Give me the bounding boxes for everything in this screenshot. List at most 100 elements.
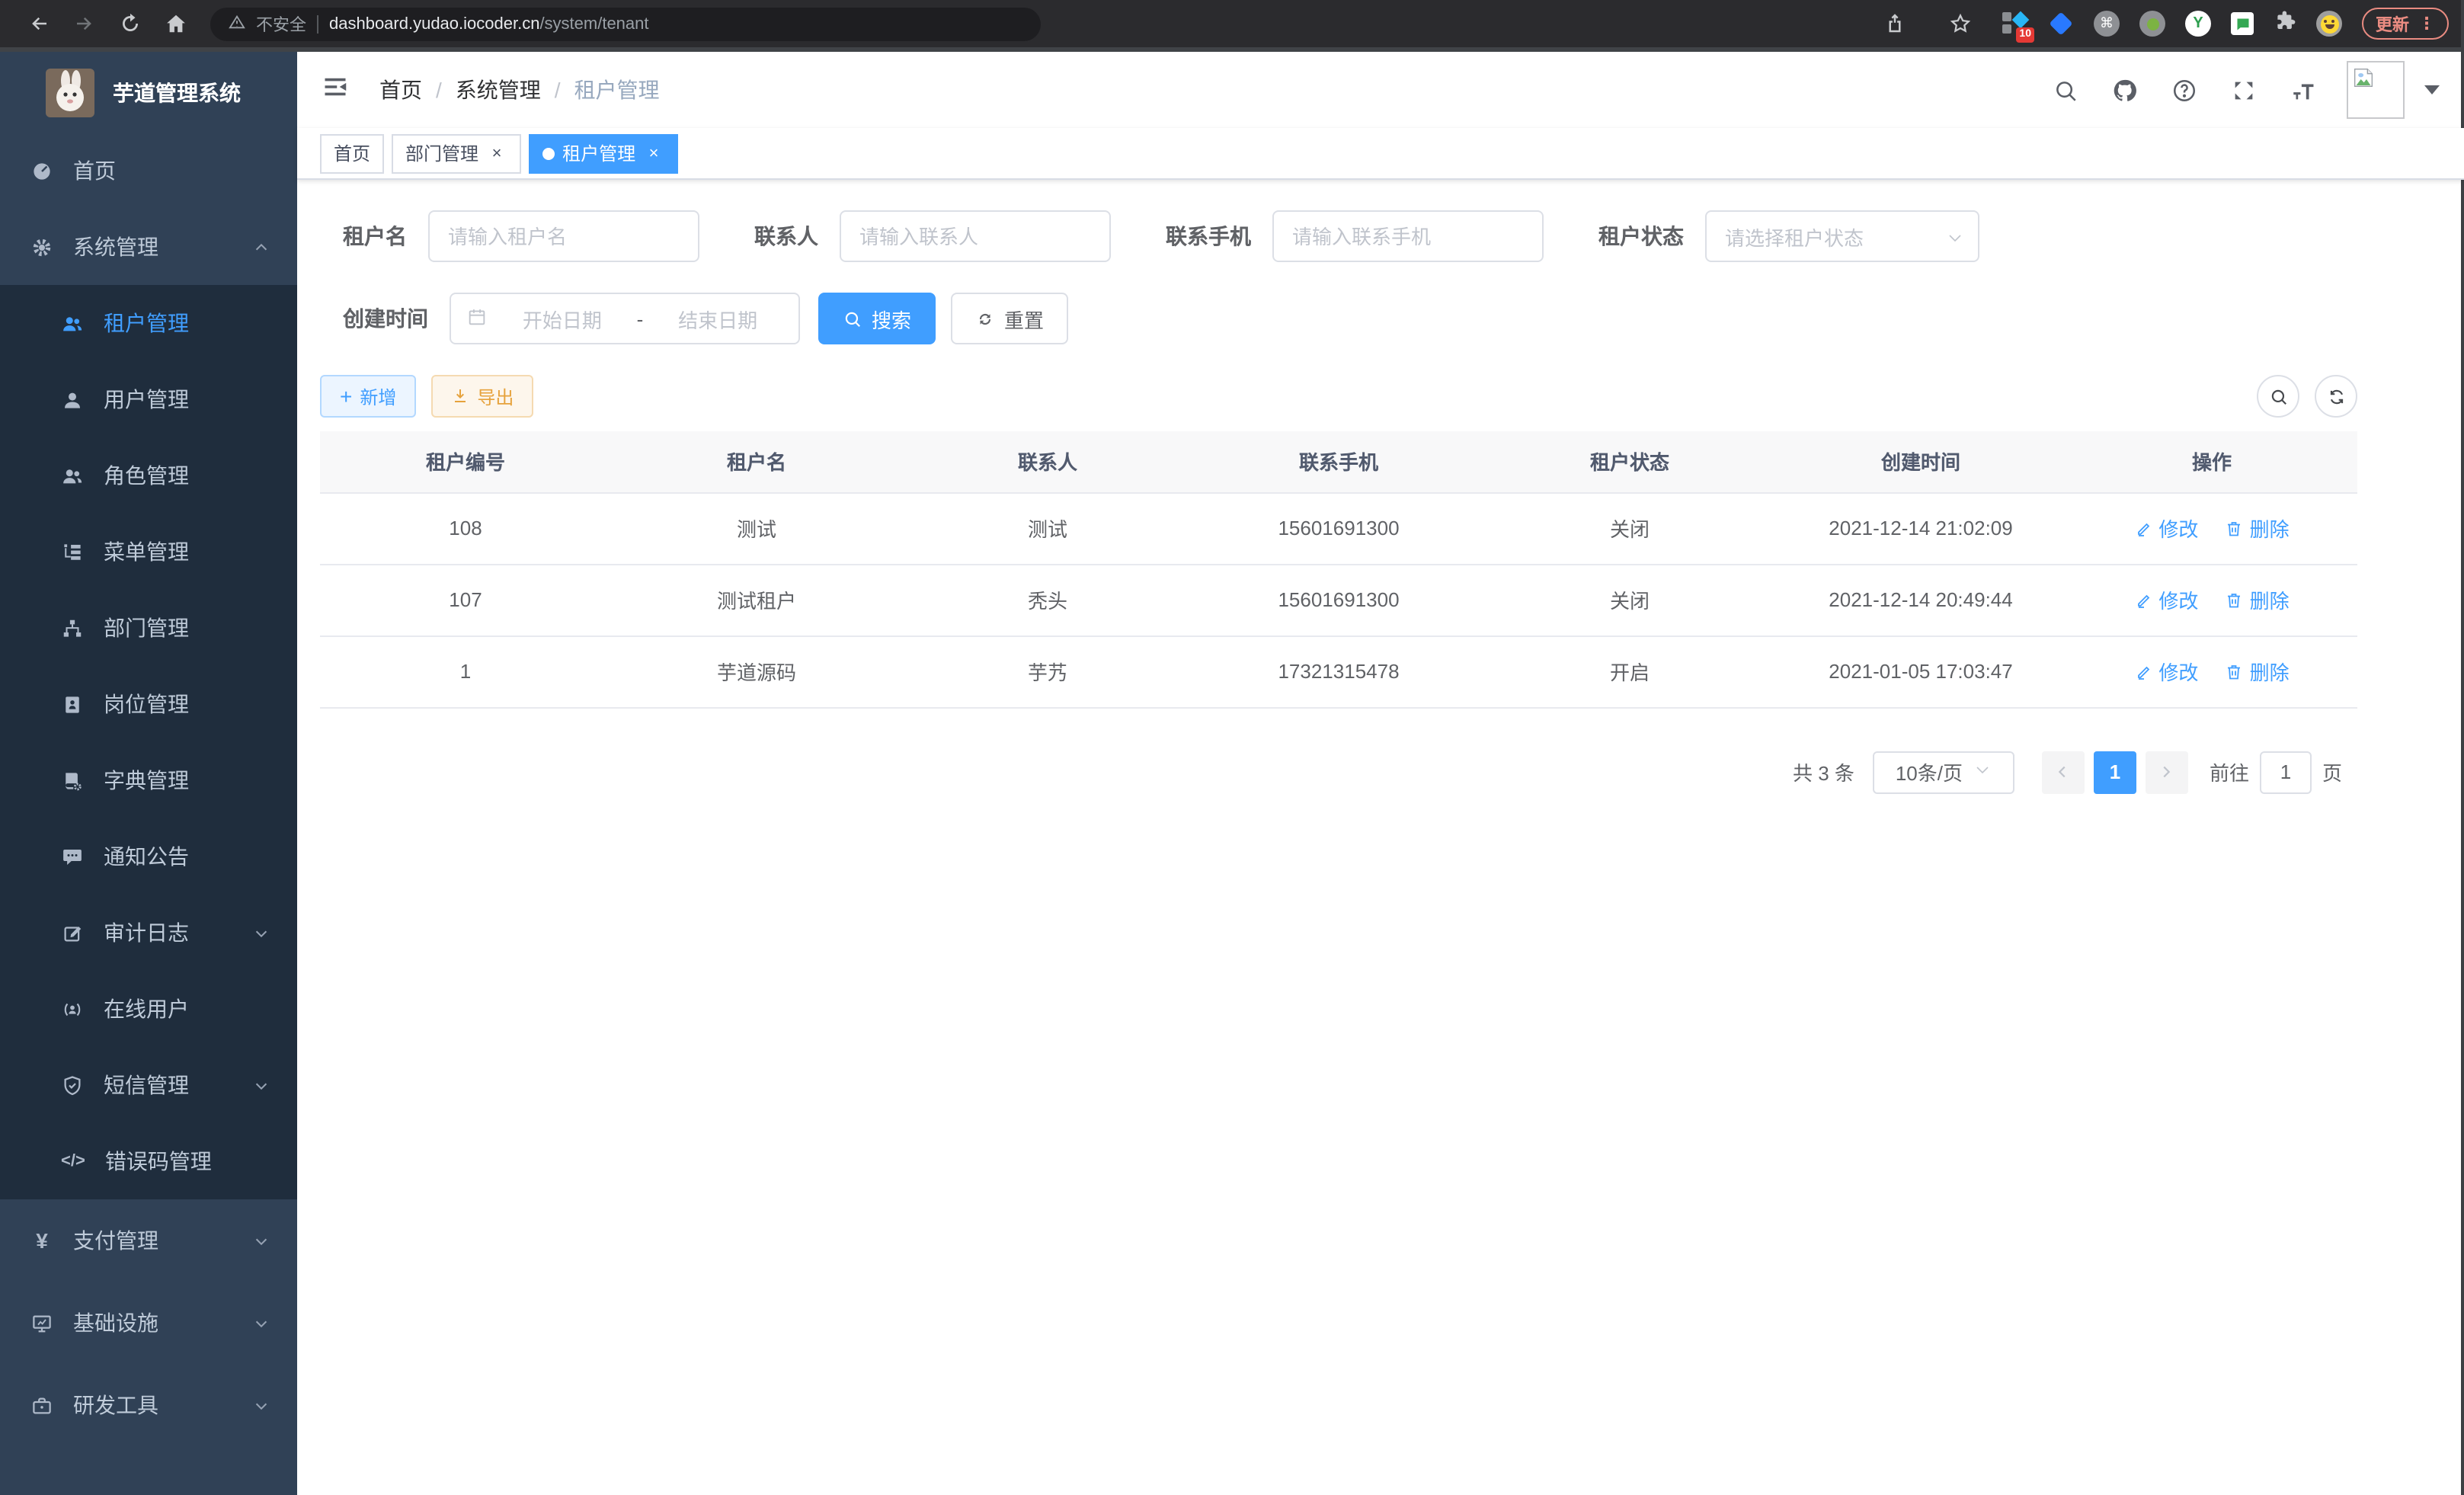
sidebar-item-menu[interactable]: 菜单管理 bbox=[0, 514, 297, 590]
user-icon bbox=[61, 388, 84, 411]
table-header-row: 租户编号 租户名 联系人 联系手机 租户状态 创建时间 操作 bbox=[320, 431, 2357, 492]
status-text: 开启 bbox=[1484, 635, 1775, 707]
avatar-dropdown-caret[interactable] bbox=[2424, 85, 2440, 94]
sidebar-toggle-icon[interactable] bbox=[322, 73, 355, 107]
extension-chat-icon[interactable] bbox=[2231, 12, 2254, 35]
date-start-placeholder: 开始日期 bbox=[497, 304, 628, 333]
search-icon bbox=[2268, 386, 2288, 406]
dashboard-icon bbox=[30, 159, 53, 182]
tenant-name-input[interactable] bbox=[428, 210, 699, 262]
date-end-placeholder: 结束日期 bbox=[652, 304, 783, 333]
extension-tampermonkey-icon[interactable]: 10 bbox=[2002, 11, 2028, 37]
search-icon[interactable] bbox=[2050, 75, 2080, 105]
profile-avatar-icon[interactable] bbox=[2316, 11, 2342, 37]
comment-icon bbox=[61, 845, 84, 868]
prev-page-button[interactable] bbox=[2042, 751, 2085, 793]
extension-yuque-icon[interactable]: Y bbox=[2185, 11, 2211, 37]
address-bar[interactable]: 不安全 dashboard.yudao.iocoder.cn/system/te… bbox=[210, 7, 1041, 40]
home-icon[interactable] bbox=[152, 4, 198, 43]
goto-page-input[interactable] bbox=[2260, 751, 2312, 793]
delete-button[interactable]: 删除 bbox=[2226, 585, 2290, 614]
sidebar-item-role[interactable]: 角色管理 bbox=[0, 437, 297, 514]
chevron-up-icon bbox=[253, 238, 270, 255]
sidebar-item-home[interactable]: 首页 bbox=[0, 133, 297, 209]
edit-button[interactable]: 修改 bbox=[2134, 514, 2198, 543]
delete-button[interactable]: 删除 bbox=[2226, 657, 2290, 686]
chevron-left-icon bbox=[2055, 764, 2072, 780]
sidebar-item-tenant[interactable]: 租户管理 bbox=[0, 285, 297, 361]
col-tenant-name: 租户名 bbox=[611, 431, 902, 492]
extension-command-icon[interactable]: ⌘ bbox=[2094, 11, 2120, 37]
app-title: 芋道管理系统 bbox=[113, 77, 241, 107]
pencil-icon bbox=[2134, 662, 2152, 680]
close-icon[interactable]: × bbox=[486, 142, 507, 164]
sidebar-item-system[interactable]: 系统管理 bbox=[0, 209, 297, 285]
table-refresh-button[interactable] bbox=[2315, 375, 2357, 418]
sidebar-item-error-code[interactable]: </> 错误码管理 bbox=[0, 1123, 297, 1199]
tab-tenant[interactable]: 租户管理 × bbox=[529, 133, 678, 173]
breadcrumb-home[interactable]: 首页 bbox=[379, 75, 422, 105]
page-size-select[interactable]: 10条/页 bbox=[1873, 751, 2014, 793]
table-row: 108 测试 测试 15601691300 关闭 2021-12-14 21:0… bbox=[320, 492, 2357, 564]
browser-toolbar: 不安全 dashboard.yudao.iocoder.cn/system/te… bbox=[0, 0, 2464, 52]
extensions-puzzle-icon[interactable] bbox=[2274, 8, 2296, 39]
sidebar-item-dev-tools[interactable]: 研发工具 bbox=[0, 1364, 297, 1446]
date-range-picker[interactable]: 开始日期 - 结束日期 bbox=[450, 293, 800, 344]
filter-row-1: 租户名 联系人 联系手机 租户状态 请选择租户状态 bbox=[343, 210, 2357, 262]
next-page-button[interactable] bbox=[2146, 751, 2188, 793]
sidebar-item-post[interactable]: 岗位管理 bbox=[0, 666, 297, 742]
bookmark-star-icon[interactable] bbox=[1937, 4, 1982, 43]
share-icon[interactable] bbox=[1871, 4, 1917, 43]
current-page-button[interactable]: 1 bbox=[2094, 751, 2136, 793]
plus-icon: + bbox=[340, 387, 352, 405]
status-select[interactable]: 请选择租户状态 bbox=[1705, 210, 1979, 262]
github-icon[interactable] bbox=[2109, 75, 2139, 105]
sidebar-item-audit-log[interactable]: 审计日志 bbox=[0, 895, 297, 971]
sidebar-item-payment[interactable]: ¥ 支付管理 bbox=[0, 1199, 297, 1282]
col-created: 创建时间 bbox=[1775, 431, 2066, 492]
code-icon: </> bbox=[61, 1150, 85, 1173]
chevron-right-icon bbox=[2158, 764, 2175, 780]
security-warning-icon bbox=[229, 13, 245, 34]
sidebar-item-infra[interactable]: 基础设施 bbox=[0, 1282, 297, 1364]
sidebar-item-user[interactable]: 用户管理 bbox=[0, 361, 297, 437]
sidebar-item-sms[interactable]: 短信管理 bbox=[0, 1047, 297, 1123]
create-time-label: 创建时间 bbox=[343, 303, 428, 334]
table-search-toggle-button[interactable] bbox=[2257, 375, 2299, 418]
phone-input[interactable] bbox=[1272, 210, 1544, 262]
add-button[interactable]: + 新增 bbox=[320, 375, 416, 418]
edit-button[interactable]: 修改 bbox=[2134, 585, 2198, 614]
sidebar-item-dict[interactable]: 字典管理 bbox=[0, 742, 297, 818]
delete-button[interactable]: 删除 bbox=[2226, 514, 2290, 543]
sidebar-logo[interactable]: 芋道管理系统 bbox=[0, 52, 297, 133]
edit-button[interactable]: 修改 bbox=[2134, 657, 2198, 686]
breadcrumb-system[interactable]: 系统管理 bbox=[456, 75, 541, 105]
contact-input[interactable] bbox=[840, 210, 1111, 262]
chrome-update-button[interactable]: 更新 ⋮ bbox=[2362, 8, 2449, 40]
export-button[interactable]: 导出 bbox=[431, 375, 533, 418]
user-avatar[interactable] bbox=[2347, 61, 2405, 119]
reload-icon[interactable] bbox=[107, 4, 152, 43]
col-actions: 操作 bbox=[2066, 431, 2357, 492]
trash-icon bbox=[2226, 591, 2244, 609]
fullscreen-icon[interactable] bbox=[2228, 75, 2258, 105]
reset-button[interactable]: 重置 bbox=[951, 293, 1068, 344]
search-button[interactable]: 搜索 bbox=[818, 293, 936, 344]
extension-gem-icon[interactable] bbox=[2048, 11, 2074, 37]
pencil-icon bbox=[2134, 519, 2152, 537]
sidebar-item-online-users[interactable]: 在线用户 bbox=[0, 971, 297, 1047]
pencil-icon bbox=[2134, 591, 2152, 609]
sidebar-item-notice[interactable]: 通知公告 bbox=[0, 818, 297, 895]
users-icon bbox=[61, 312, 84, 335]
extension-green-dot-icon[interactable] bbox=[2139, 11, 2165, 37]
font-size-icon[interactable] bbox=[2287, 75, 2318, 105]
close-icon[interactable]: × bbox=[643, 142, 664, 164]
chevron-down-icon bbox=[1973, 760, 1992, 783]
sidebar-item-dept[interactable]: 部门管理 bbox=[0, 590, 297, 666]
back-icon[interactable] bbox=[15, 4, 61, 43]
url-path: /system/tenant bbox=[539, 14, 648, 33]
tab-dept[interactable]: 部门管理 × bbox=[392, 133, 521, 173]
forward-icon[interactable] bbox=[61, 4, 107, 43]
help-icon[interactable] bbox=[2168, 75, 2199, 105]
tab-home[interactable]: 首页 bbox=[320, 133, 384, 173]
